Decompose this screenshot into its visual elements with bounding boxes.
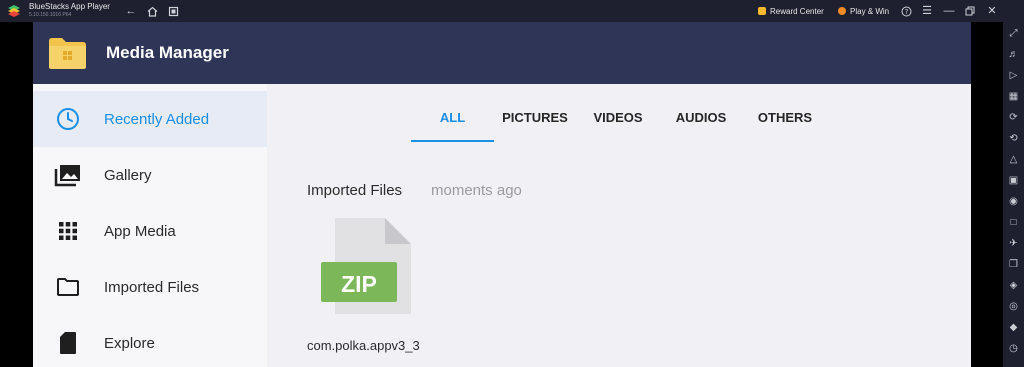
- tab-audios[interactable]: AUDIOS: [671, 94, 731, 140]
- sidebar-item-gallery[interactable]: Gallery: [33, 147, 267, 203]
- app-header: Media Manager: [33, 22, 971, 84]
- layers-icon[interactable]: ◆: [1007, 321, 1020, 334]
- play-win-icon: [838, 7, 846, 15]
- sidebar-item-recently-added[interactable]: Recently Added: [33, 91, 267, 147]
- apk-icon[interactable]: ▣: [1007, 174, 1020, 187]
- grid-icon: [53, 216, 83, 246]
- file-type-label: ZIP: [341, 271, 377, 297]
- recent-apps-icon[interactable]: [166, 4, 180, 18]
- window-title: BlueStacks App Player: [29, 2, 110, 11]
- menu-icon[interactable]: ☰: [920, 4, 934, 18]
- home-icon[interactable]: [145, 4, 159, 18]
- sidebar: Recently Added Gallery App Media Importe…: [33, 84, 267, 367]
- sidebar-item-app-media[interactable]: App Media: [33, 203, 267, 259]
- media-manager-app: Media Manager Recently Added Gallery App…: [33, 22, 971, 367]
- volume-icon[interactable]: ♬: [1007, 48, 1020, 61]
- folder-icon: [53, 272, 83, 302]
- airplane-icon[interactable]: ✈: [1007, 237, 1020, 250]
- sidebar-item-label: Gallery: [104, 166, 152, 184]
- multi-instance-icon[interactable]: ❐: [1007, 258, 1020, 271]
- zip-file-icon: ZIP: [321, 218, 411, 314]
- record-icon[interactable]: ▷: [1007, 69, 1020, 82]
- app-title: Media Manager: [106, 43, 229, 62]
- svg-text:?: ?: [904, 8, 908, 16]
- sidebar-item-label: Imported Files: [104, 278, 200, 296]
- location-icon[interactable]: ◎: [1007, 300, 1020, 313]
- tab-videos[interactable]: VIDEOS: [589, 94, 647, 140]
- tab-others[interactable]: OTHERS: [754, 94, 816, 140]
- reward-center-button[interactable]: Reward Center: [758, 4, 824, 18]
- tab-pictures[interactable]: PICTURES: [499, 94, 571, 140]
- minimize-icon[interactable]: —: [942, 4, 956, 18]
- restore-icon[interactable]: [963, 4, 977, 18]
- sidebar-item-imported-files[interactable]: Imported Files: [33, 259, 267, 315]
- media-manager-folder-icon: [49, 38, 86, 69]
- bluestacks-logo-icon: [8, 5, 20, 17]
- gamepad-icon[interactable]: △: [1007, 153, 1020, 166]
- tab-all[interactable]: ALL: [411, 94, 494, 142]
- play-win-button[interactable]: Play & Win: [838, 4, 889, 18]
- file-name: com.polka.appv3_3: [307, 338, 420, 353]
- sidebar-item-label: Explore: [104, 334, 155, 352]
- help-icon[interactable]: ?: [899, 4, 913, 18]
- reward-center-label: Reward Center: [770, 6, 824, 16]
- macro-icon[interactable]: ◷: [1007, 342, 1020, 355]
- folder-icon[interactable]: □: [1007, 216, 1020, 229]
- screenshot-icon[interactable]: ◉: [1007, 195, 1020, 208]
- sync-icon[interactable]: ⟲: [1007, 132, 1020, 145]
- sidebar-item-label: App Media: [104, 222, 176, 240]
- close-icon[interactable]: ✕: [985, 4, 999, 18]
- section-title: Imported Files: [307, 182, 403, 199]
- section-timestamp: moments ago: [431, 182, 522, 199]
- sidebar-item-label: Recently Added: [104, 110, 210, 128]
- expand-icon[interactable]: ⤢: [1007, 27, 1020, 40]
- window-version: 5.10.150.1016 P64: [29, 12, 72, 18]
- sd-card-icon: [53, 328, 83, 358]
- sidebar-item-explore[interactable]: Explore: [33, 315, 267, 367]
- play-win-label: Play & Win: [850, 6, 890, 16]
- rotate-icon[interactable]: ⟳: [1007, 111, 1020, 124]
- clock-icon: [53, 104, 83, 134]
- keyboard-icon[interactable]: ▦: [1007, 90, 1020, 103]
- eco-icon[interactable]: ◈: [1007, 279, 1020, 292]
- side-toolbar: ⤢ ♬ ▷ ▦ ⟳ ⟲ △ ▣ ◉ □ ✈ ❐ ◈ ◎ ◆ ◷: [1003, 22, 1024, 367]
- title-bar: BlueStacks App Player 5.10.150.1016 P64 …: [0, 0, 1024, 22]
- back-icon[interactable]: ←: [124, 4, 138, 18]
- gallery-icon: [53, 160, 83, 190]
- file-tile[interactable]: ZIP com.polka.appv3_3: [307, 214, 437, 354]
- crown-icon: [758, 7, 766, 15]
